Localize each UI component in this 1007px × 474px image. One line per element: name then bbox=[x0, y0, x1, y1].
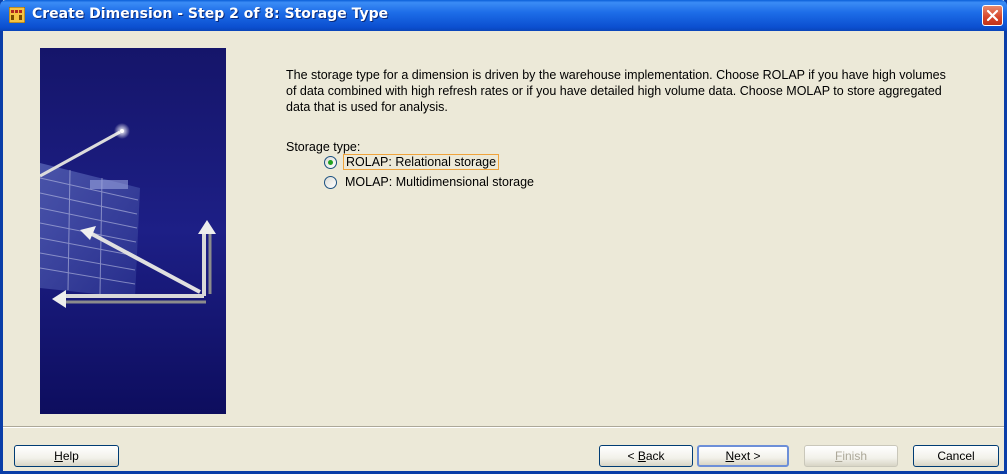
window-title: Create Dimension - Step 2 of 8: Storage … bbox=[32, 6, 389, 22]
back-label-rest: ack bbox=[645, 449, 665, 463]
back-button[interactable]: < Back bbox=[599, 445, 693, 467]
next-label-rest: ext > bbox=[734, 449, 761, 463]
rolap-option[interactable]: ROLAP: Relational storage bbox=[324, 153, 500, 171]
storage-type-description: The storage type for a dimension is driv… bbox=[286, 68, 946, 114]
back-mnemonic: B bbox=[637, 449, 646, 463]
help-mnemonic: H bbox=[54, 449, 63, 463]
molap-option[interactable]: MOLAP: Multidimensional storage bbox=[324, 173, 536, 191]
title-bar: Create Dimension - Step 2 of 8: Storage … bbox=[0, 0, 1007, 31]
close-button[interactable] bbox=[982, 5, 1003, 26]
dimension-wizard-illustration bbox=[40, 123, 216, 308]
app-icon bbox=[8, 6, 26, 24]
footer-separator bbox=[3, 426, 1004, 428]
storage-type-label: Storage type: bbox=[286, 140, 361, 154]
close-icon bbox=[986, 9, 999, 22]
finish-button[interactable]: Finish bbox=[804, 445, 898, 467]
molap-label[interactable]: MOLAP: Multidimensional storage bbox=[343, 175, 536, 189]
molap-radio[interactable] bbox=[324, 175, 337, 189]
wizard-illustration bbox=[40, 48, 226, 414]
back-label-prefix: < bbox=[627, 449, 638, 463]
rolap-label[interactable]: ROLAP: Relational storage bbox=[343, 154, 500, 170]
wizard-dialog: Create Dimension - Step 2 of 8: Storage … bbox=[0, 0, 1007, 474]
next-button[interactable]: Next > bbox=[697, 445, 789, 467]
rolap-radio[interactable] bbox=[324, 155, 337, 169]
help-button[interactable]: Help bbox=[14, 445, 119, 467]
help-label-rest: elp bbox=[62, 449, 79, 463]
next-mnemonic: N bbox=[725, 449, 735, 463]
cancel-button[interactable]: Cancel bbox=[913, 445, 999, 467]
finish-label-rest: inish bbox=[842, 449, 868, 463]
